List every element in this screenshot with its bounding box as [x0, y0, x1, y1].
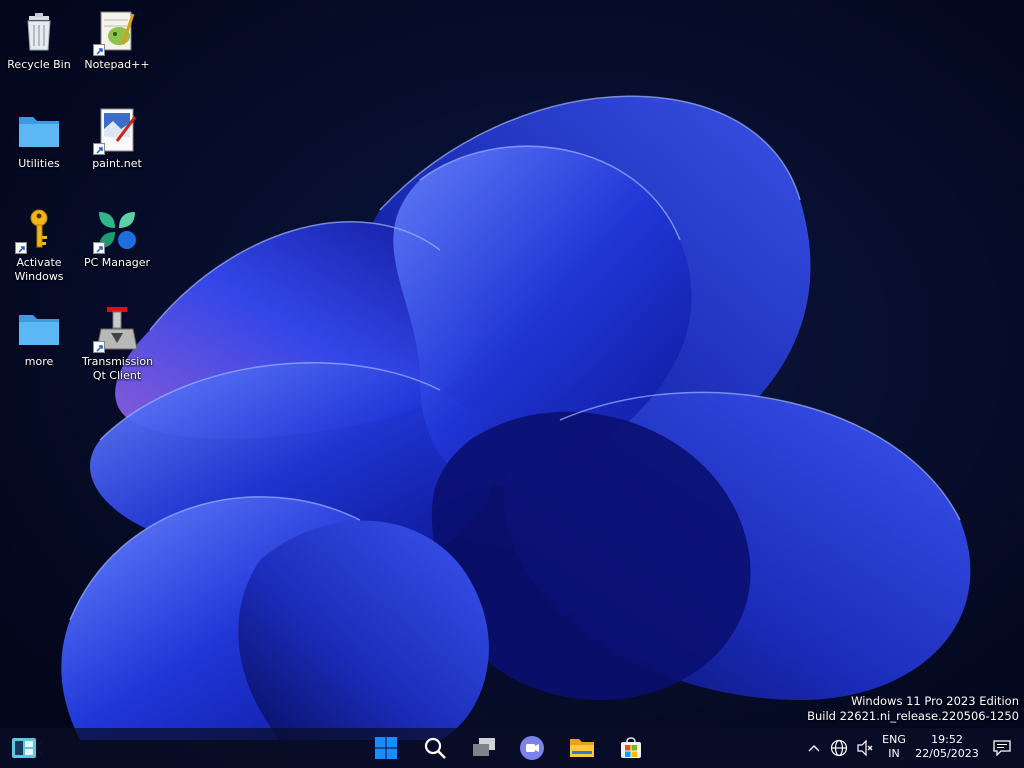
desktop-icon-label: Utilities [18, 157, 60, 170]
file-explorer-icon [570, 739, 594, 757]
file-explorer-button[interactable] [566, 732, 598, 764]
search-icon [424, 737, 446, 759]
edition-watermark: Windows 11 Pro 2023 Edition Build 22621.… [807, 694, 1019, 724]
desktop-icon-label: Transmission Qt Client [82, 355, 154, 382]
globe-network-icon [830, 739, 848, 757]
task-view-button[interactable] [468, 732, 500, 764]
desktop-icon-transmission[interactable]: Transmission Qt Client [78, 305, 156, 383]
notifications-button[interactable] [988, 732, 1016, 764]
desktop-icon-label: paint.net [92, 157, 142, 170]
desktop-icon-label: PC Manager [83, 256, 151, 269]
desktop-icon-label: more [24, 355, 54, 368]
windows-start-icon [375, 737, 397, 759]
desktop-icon-utilities[interactable]: Utilities [0, 107, 78, 171]
microsoft-store-icon [621, 737, 641, 758]
chevron-up-icon [808, 745, 820, 752]
microsoft-store-button[interactable] [615, 732, 647, 764]
shortcut-arrow-icon [93, 143, 105, 155]
folder-icon [15, 305, 63, 353]
network-button[interactable] [826, 732, 852, 764]
keyboard-region: IN [888, 747, 900, 760]
pc-manager-icon [93, 206, 141, 254]
input-language-indicator[interactable]: ENG IN [878, 733, 910, 761]
speaker-muted-icon [857, 739, 873, 757]
desktop-icon-more[interactable]: more [0, 305, 78, 369]
shortcut-arrow-icon [93, 44, 105, 56]
volume-button[interactable] [852, 732, 878, 764]
show-hidden-icons-button[interactable] [802, 732, 826, 764]
clock-date: 22/05/2023 [915, 747, 979, 760]
language-code: ENG [882, 733, 906, 746]
paintnet-icon [93, 107, 141, 155]
shortcut-arrow-icon [15, 242, 27, 254]
shortcut-arrow-icon [93, 242, 105, 254]
desktop-icon-pc-manager[interactable]: PC Manager [78, 206, 156, 270]
desktop-icon-activate-windows[interactable]: Activate Windows [0, 206, 78, 284]
desktop-icon-label: Notepad++ [84, 58, 150, 71]
desktop-icon-label: Activate Windows [14, 256, 64, 283]
desktop-icon-recycle-bin[interactable]: Recycle Bin [0, 8, 78, 72]
desktop-icon-paintnet[interactable]: paint.net [78, 107, 156, 171]
chat-button[interactable] [516, 732, 548, 764]
edition-text: Windows 11 Pro 2023 Edition [851, 694, 1019, 708]
desktop-icon-notepadpp[interactable]: Notepad++ [78, 8, 156, 72]
teams-chat-icon [520, 736, 544, 760]
recycle-bin-icon [15, 8, 63, 56]
widgets-icon [12, 738, 36, 758]
clock[interactable]: 19:52 22/05/2023 [912, 733, 982, 761]
clock-time: 19:52 [931, 733, 963, 746]
notification-center-icon [993, 740, 1011, 756]
key-icon [15, 206, 63, 254]
search-button[interactable] [419, 732, 451, 764]
task-view-icon [473, 738, 495, 756]
build-text: Build 22621.ni_release.220506-1250 [807, 709, 1019, 723]
notepadpp-icon [93, 8, 141, 56]
widgets-button[interactable] [8, 732, 40, 764]
taskbar: ENG IN 19:52 22/05/2023 [0, 728, 1024, 768]
folder-icon [15, 107, 63, 155]
desktop-icon-label: Recycle Bin [7, 58, 71, 71]
transmission-icon [93, 305, 141, 353]
start-button[interactable] [370, 732, 402, 764]
shortcut-arrow-icon [93, 341, 105, 353]
